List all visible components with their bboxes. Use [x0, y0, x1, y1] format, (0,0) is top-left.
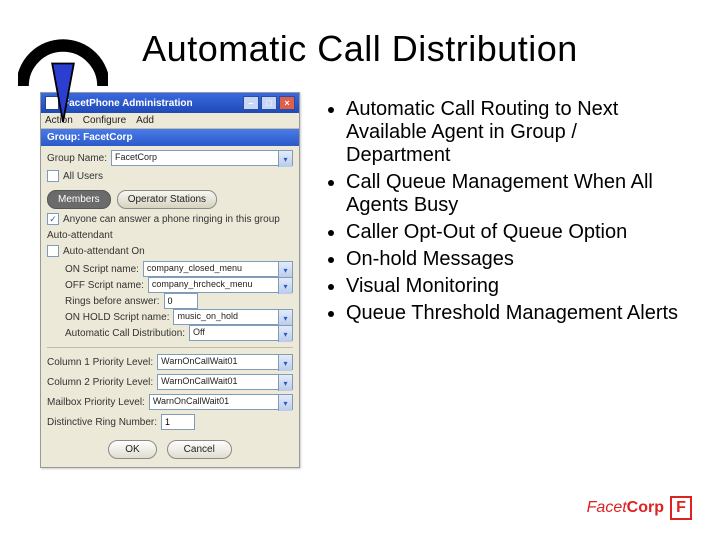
group-name-select[interactable]: FacetCorp ▾: [111, 150, 293, 166]
list-item: Caller Opt-Out of Queue Option: [346, 221, 680, 244]
maximize-button[interactable]: □: [261, 96, 277, 110]
list-item: Visual Monitoring: [346, 275, 680, 298]
on-script-label: ON Script name:: [65, 264, 139, 275]
tab-members[interactable]: Members: [47, 190, 111, 209]
col1-priority-label: Column 1 Priority Level:: [47, 357, 153, 368]
rings-label: Rings before answer:: [65, 296, 160, 307]
col2-priority-select[interactable]: WarnOnCallWait01 ▾: [157, 374, 293, 390]
minimize-button[interactable]: –: [243, 96, 259, 110]
chevron-down-icon: ▾: [278, 262, 292, 278]
close-button[interactable]: ×: [279, 96, 295, 110]
chevron-down-icon: ▾: [278, 278, 292, 294]
checkbox-icon: ✓: [47, 213, 59, 225]
mailbox-priority-label: Mailbox Priority Level:: [47, 397, 145, 408]
admin-window: FacetPhone Administration – □ × Action C…: [40, 92, 300, 468]
auto-attendant-on-checkbox[interactable]: Auto-attendant On: [47, 245, 293, 257]
off-script-select[interactable]: company_hrcheck_menu ▾: [148, 277, 293, 293]
chevron-down-icon: ▾: [278, 375, 292, 391]
on-script-select[interactable]: company_closed_menu ▾: [143, 261, 293, 277]
chevron-down-icon: ▾: [278, 326, 292, 342]
col2-priority-label: Column 2 Priority Level:: [47, 377, 153, 388]
ring-number-label: Distinctive Ring Number:: [47, 417, 157, 428]
bullet-list: Automatic Call Routing to Next Available…: [322, 92, 680, 329]
list-item: Queue Threshold Management Alerts: [346, 302, 680, 325]
list-item: Automatic Call Routing to Next Available…: [346, 98, 680, 167]
chevron-down-icon: ▾: [278, 310, 292, 326]
col1-priority-select[interactable]: WarnOnCallWait01 ▾: [157, 354, 293, 370]
chevron-down-icon: ▾: [278, 151, 292, 167]
anyone-answer-checkbox[interactable]: ✓ Anyone can answer a phone ringing in t…: [47, 213, 293, 225]
tab-operator-stations[interactable]: Operator Stations: [117, 190, 217, 209]
rings-input[interactable]: [164, 293, 198, 309]
mailbox-priority-select[interactable]: WarnOnCallWait01 ▾: [149, 394, 293, 410]
footer-brand: FacetCorp F: [587, 496, 692, 520]
brand-arc-logo: [18, 32, 108, 122]
brand-mark-icon: F: [670, 496, 692, 520]
ring-number-input[interactable]: [161, 414, 195, 430]
off-script-label: OFF Script name:: [65, 280, 144, 291]
ok-button[interactable]: OK: [108, 440, 156, 459]
checkbox-icon: [47, 170, 59, 182]
menu-add[interactable]: Add: [136, 115, 154, 126]
checkbox-icon: [47, 245, 59, 257]
list-item: On-hold Messages: [346, 248, 680, 271]
acd-label: Automatic Call Distribution:: [65, 328, 185, 339]
onhold-script-label: ON HOLD Script name:: [65, 312, 169, 323]
auto-attendant-label: Auto-attendant: [47, 230, 293, 241]
chevron-down-icon: ▾: [278, 395, 292, 411]
onhold-script-select[interactable]: music_on_hold ▾: [173, 309, 293, 325]
cancel-button[interactable]: Cancel: [167, 440, 232, 459]
all-users-checkbox[interactable]: All Users: [47, 170, 293, 182]
group-name-label: Group Name:: [47, 153, 107, 164]
acd-select[interactable]: Off ▾: [189, 325, 293, 341]
group-header: Group: FacetCorp: [41, 129, 299, 146]
chevron-down-icon: ▾: [278, 355, 292, 371]
slide-title: Automatic Call Distribution: [40, 28, 680, 70]
list-item: Call Queue Management When All Agents Bu…: [346, 171, 680, 217]
